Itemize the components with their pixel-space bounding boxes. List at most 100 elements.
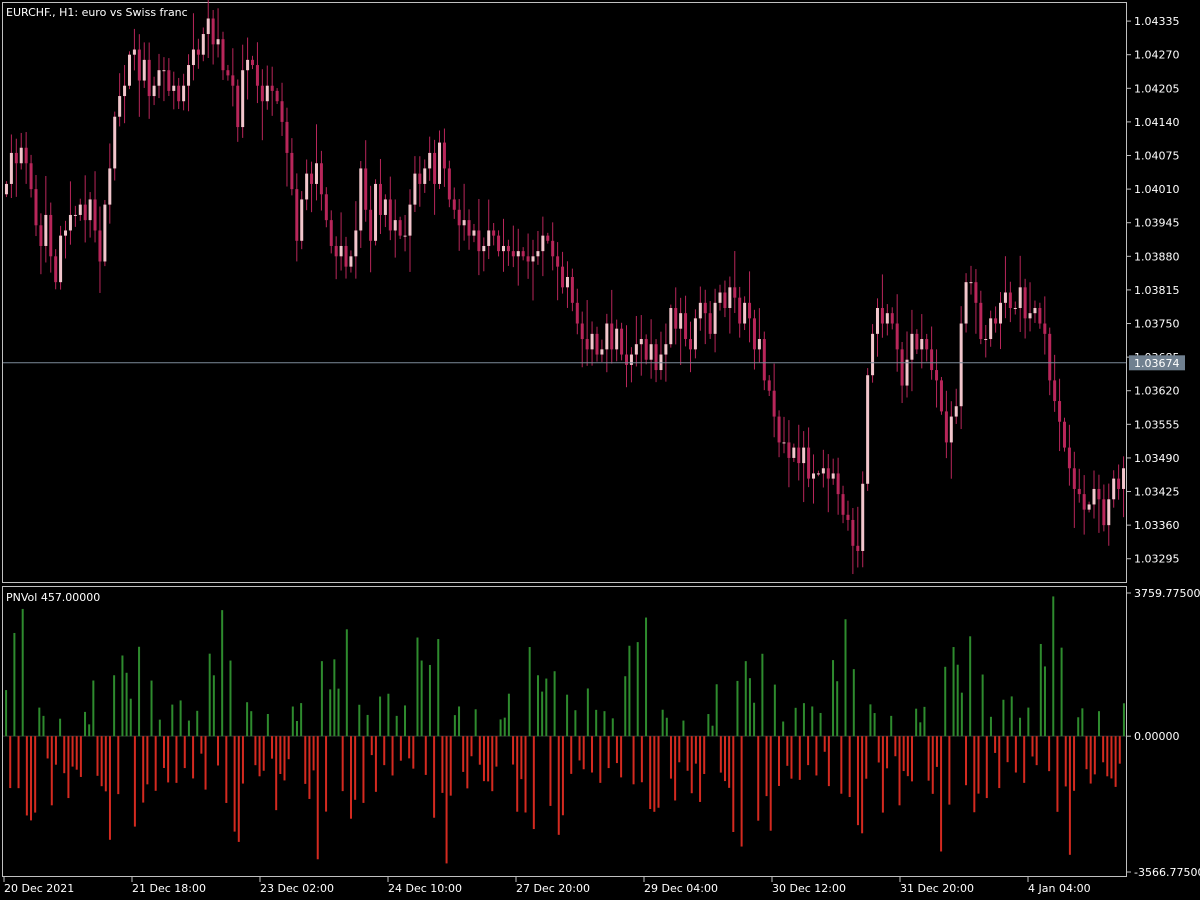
candle-body [974,282,978,303]
candle-body [300,199,304,241]
candle-body [836,473,840,495]
candle-body [157,70,161,86]
candle-body [226,70,230,76]
candle-body [196,49,200,55]
volume-bar [707,714,710,737]
candle-body [664,344,668,355]
volume-bar [1081,708,1084,737]
volume-bar [121,655,124,737]
candle-body [388,199,392,231]
volume-bar [657,736,660,808]
candle-body [654,344,658,371]
candle-body [398,220,402,236]
volume-bar [782,721,785,737]
volume-bar [262,736,265,771]
volume-bar [208,653,211,737]
candle-body [989,318,993,340]
candle-body [275,90,279,102]
volume-tick-label: -3566.77500 [1134,866,1200,879]
candle-body [521,251,525,257]
candle-body [349,256,353,267]
candle-body [462,220,466,226]
candle-body [236,85,240,128]
volume-bar [557,736,560,835]
candle-body [1038,308,1042,324]
volume-bar [175,736,178,783]
volume-bar [570,736,573,774]
volume-bar [192,736,195,779]
volume-bar [474,709,477,737]
candle-body [9,152,13,184]
volume-bar [823,736,826,752]
volume-bar [241,736,244,784]
volume-bar [1093,736,1096,775]
candle-body [265,85,269,102]
candle-body [1097,488,1101,500]
candle-body [954,406,958,417]
volume-bar [50,736,53,806]
candle-body [546,235,550,241]
volume-bar [915,708,918,737]
volume-bar [196,710,199,737]
volume-bar [312,736,315,771]
candle-body [925,339,929,350]
candle-body [767,380,771,391]
volume-bar [832,660,835,737]
candle-body [344,245,348,267]
volume-bar [931,736,934,794]
volume-bar [865,736,868,779]
candle-body [629,354,633,365]
volume-bar [1010,696,1013,737]
volume-bar [574,710,577,737]
volume-bar [420,660,423,737]
volume-bar [383,736,386,766]
volume-bar [1048,736,1051,772]
candle-body [999,302,1003,324]
candle-body [738,297,742,324]
time-tick-label: 24 Dec 10:00 [388,882,462,895]
candle-body [452,199,456,210]
price-tick-label: 1.04335 [1134,15,1180,28]
volume-bar [1052,596,1055,737]
candle-body [93,199,97,231]
candle-body [423,168,427,184]
candle-body [64,230,68,236]
indicator-label: PNVol 457.00000 [6,591,100,604]
volume-bar [1122,703,1125,737]
volume-bar [354,736,357,800]
volume-bar [38,707,41,737]
candle-body [4,183,8,195]
volume-bar [757,736,760,821]
candle-body [44,214,48,246]
candle-body [383,199,387,215]
candle-body [516,251,520,257]
volume-bar [125,672,128,737]
candle-body [314,163,318,184]
volume-bar [545,678,548,737]
volume-tick-label: 3759.77500 [1134,587,1200,600]
volume-bar [171,704,174,737]
candle-body [216,39,220,45]
volume-bar [217,736,220,766]
price-tick-label: 1.04205 [1134,82,1180,95]
candle-body [526,256,530,262]
candle-body [501,245,505,252]
candle-body [1102,499,1106,526]
volume-bar [329,689,332,737]
candle-body [59,235,63,283]
volume-bar [827,736,830,787]
volume-bar [25,736,28,816]
candle-body [1013,308,1017,310]
candle-body [935,370,939,381]
volume-bar [75,736,78,770]
candle-body [718,292,722,303]
candle-body [915,333,919,350]
volume-bar [1073,736,1076,791]
candle-body [147,59,151,97]
candle-body [290,152,294,190]
candle-body [428,152,432,169]
volume-bar [877,736,880,763]
volume-bar [665,717,668,737]
candle-body [492,230,496,236]
volume-bar [34,736,37,813]
